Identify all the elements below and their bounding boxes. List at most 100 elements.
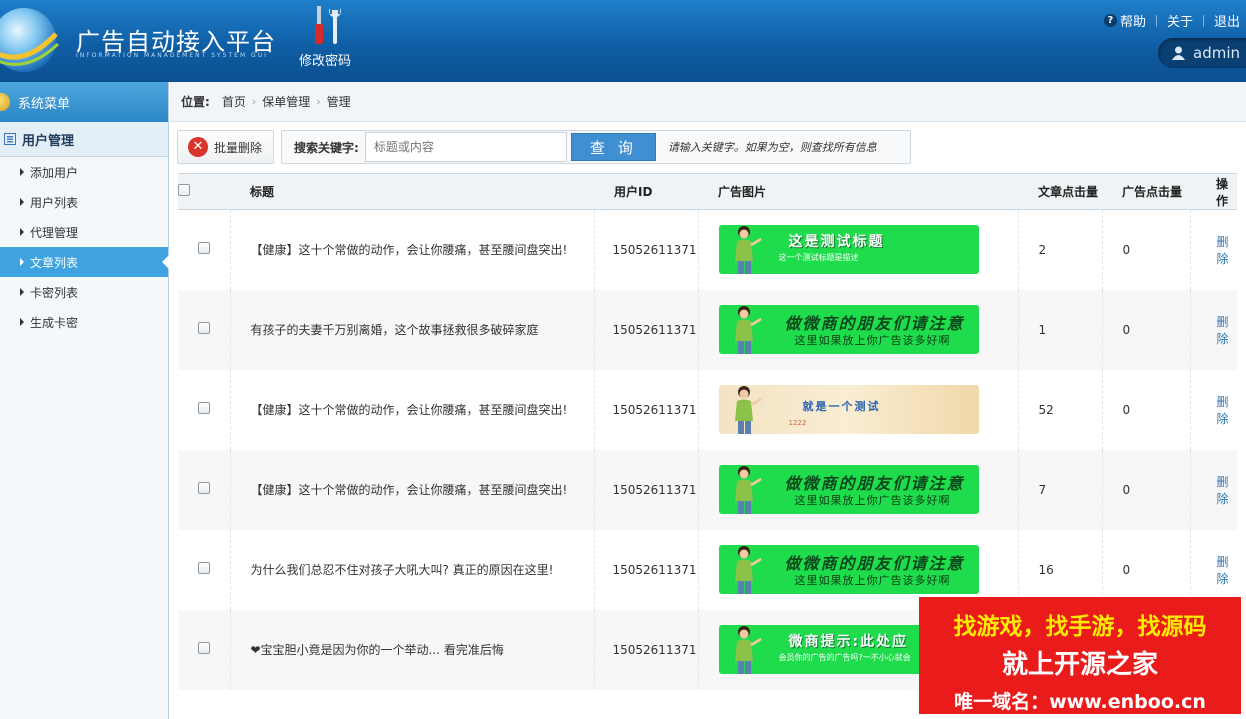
globe-logo-icon [0,8,60,72]
row-select-cell [178,609,231,690]
sidebar-item-user-list[interactable]: 用户列表 [0,187,168,217]
row-actions: 删除 [1190,289,1237,370]
ad-banner-image[interactable]: 做微商的朋友们请注意 这里如果放上你广告该多好啊 [718,465,979,514]
toolbar: ✕ 批量删除 搜索关键字: 查 询 请输入关键字。如果为空，则查找所有信息 [177,130,911,164]
caret-right-icon [20,198,24,206]
sidebar-item-add-user[interactable]: 添加用户 [0,157,168,187]
sidebar-group-label: 用户管理 [22,133,75,149]
article-click-count: 1 [1018,289,1103,370]
delete-link[interactable]: 删除 [1217,235,1229,266]
ad-banner-tagline: 1222 [788,419,807,427]
change-password-label: 修改密码 [298,54,351,69]
row-select-cell [178,529,231,610]
model-figure-icon [734,306,762,354]
row-checkbox[interactable] [197,402,210,414]
table-row: 【健康】这十个常做的动作，会让你腰痛，甚至腰间盘突出! 15052611371 就是… [178,369,1237,450]
model-figure-icon [734,466,762,514]
help-link[interactable]: ? 帮助 [1103,11,1146,30]
row-checkbox[interactable] [197,642,210,654]
ad-image-cell: 做微商的朋友们请注意 这里如果放上你广告该多好啊 [698,449,1019,530]
header-actions: 操作 [1190,173,1237,210]
sidebar-item-article-list[interactable]: 文章列表 [0,247,169,277]
ad-banner-tagline: 这一个测试标题是描述 [778,253,859,263]
ad-banner-image[interactable]: 这是测试标题这一个测试标题是描述 [718,225,979,275]
table-row: 【健康】这十个常做的动作，会让你腰痛，甚至腰间盘突出! 15052611371 这是… [178,209,1237,290]
list-icon [4,133,16,145]
delete-link[interactable]: 删除 [1217,315,1229,346]
header-user-id[interactable]: 用户ID [594,173,698,210]
ad-banner-headline: 这是测试标题 [788,234,885,251]
row-select-cell [178,369,231,450]
table-row: 【健康】这十个常做的动作，会让你腰痛，甚至腰间盘突出! 15052611371 做微… [178,449,1237,530]
caret-right-icon [20,318,24,326]
row-checkbox[interactable] [197,242,210,255]
model-figure-icon [734,386,762,434]
divider [1202,14,1204,27]
sidebar-item-agent-management[interactable]: 代理管理 [0,217,168,247]
query-button[interactable]: 查 询 [570,133,656,161]
sidebar-group-user-management[interactable]: 用户管理 [0,122,168,157]
caret-right-icon [20,228,24,236]
ad-banner-image[interactable]: 做微商的朋友们请注意 这里如果放上你广告该多好啊 [718,545,979,594]
row-checkbox[interactable] [197,562,210,574]
ad-banner-headline: 做微商的朋友们请注意 [784,554,965,573]
ad-banner-headline: 做微商的朋友们请注意 [784,314,965,333]
breadcrumb: 位置: 首页 › 保单管理 › 管理 [170,82,1246,122]
search-input[interactable] [364,132,567,162]
sidebar-item-card-list[interactable]: 卡密列表 [0,277,168,307]
article-title: ❤宝宝胆小竟是因为你的一个举动... 看完准后悔 [230,609,595,690]
search-hint: 请输入关键字。如果为空，则查找所有信息 [667,141,877,154]
article-click-count: 2 [1018,209,1103,290]
change-password-button[interactable]: 修改密码 [290,4,360,72]
ad-banner-tagline: 这里如果放上你广告该多好啊 [794,494,951,507]
row-select-cell [178,289,231,370]
ad-click-count: 0 [1102,369,1191,450]
caret-right-icon [20,168,24,176]
ad-banner-headline: 就是一个测试 [802,400,881,413]
delete-link[interactable]: 删除 [1217,475,1229,506]
batch-delete-button[interactable]: ✕ 批量删除 [177,130,274,164]
breadcrumb-home[interactable]: 首页 [222,93,246,110]
tools-icon [315,6,341,44]
article-title: 【健康】这十个常做的动作，会让你腰痛，甚至腰间盘突出! [230,449,595,530]
divider [1155,14,1157,27]
search-label: 搜索关键字: [294,140,359,155]
user-badge[interactable]: admin [1158,38,1246,68]
ad-image-cell: 这是测试标题这一个测试标题是描述 [698,209,1019,290]
row-select-cell [178,209,231,290]
user-icon [1172,46,1185,60]
ad-banner-headline: 微商提示:此处应 [788,634,909,650]
article-title: 有孩子的夫妻千万别离婚，这个故事拯救很多破碎家庭 [230,289,595,370]
user-id: 15052611371 [594,289,699,370]
breadcrumb-label: 位置: [181,95,210,109]
user-id: 15052611371 [594,609,699,690]
about-link[interactable]: 关于 [1167,11,1193,30]
ad-banner-image[interactable]: 做微商的朋友们请注意 这里如果放上你广告该多好啊 [718,305,979,354]
select-all-checkbox[interactable] [178,184,190,196]
sidebar-item-label: 添加用户 [30,165,79,180]
ad-image-cell: 做微商的朋友们请注意 这里如果放上你广告该多好啊 [698,289,1019,370]
breadcrumb-manage: 管理 [326,95,351,109]
watermark-line2: 就上开源之家 [1001,650,1158,680]
ad-banner-image[interactable]: 就是一个测试 1222 [718,385,979,434]
logout-link[interactable]: 退出 [1214,11,1240,30]
ad-click-count: 0 [1102,209,1191,290]
header-article-clicks[interactable]: 文章点击量 [1018,173,1102,210]
sidebar-item-generate-card[interactable]: 生成卡密 [0,307,168,337]
row-checkbox[interactable] [197,322,210,334]
sidebar-heading: 系统菜单 [0,82,168,122]
header-ad-clicks[interactable]: 广告点击量 [1102,173,1190,210]
delete-link[interactable]: 删除 [1217,395,1229,426]
menu-icon [0,93,10,111]
caret-right-icon [20,258,24,266]
header-title[interactable]: 标题 [230,173,594,210]
ad-banner-tagline: 会员你的广告的广告吗?一不小心就会 [778,653,911,662]
breadcrumb-policy[interactable]: 保单管理 [262,93,310,110]
row-checkbox[interactable] [197,482,210,494]
sidebar-item-label: 用户列表 [30,195,79,210]
article-title: 【健康】这十个常做的动作，会让你腰痛，甚至腰间盘突出! [230,209,595,290]
delete-link[interactable]: 删除 [1217,555,1229,586]
header-ad-image[interactable]: 广告图片 [698,173,1018,210]
watermark-banner: 找游戏，找手游，找源码 就上开源之家 唯一域名：www.enboo.cn [919,597,1241,714]
ad-banner-tagline: 这里如果放上你广告该多好啊 [794,334,951,347]
